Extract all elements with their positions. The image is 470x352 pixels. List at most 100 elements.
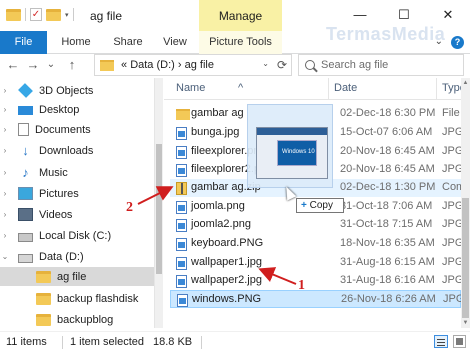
status-divider (201, 336, 202, 349)
column-name[interactable]: Name (176, 82, 205, 94)
folder-icon (36, 313, 51, 326)
expand-icon[interactable]: › (0, 231, 10, 240)
sidebar-item-label: ag file (57, 270, 87, 283)
preview-screen: Windows 10 (277, 140, 317, 166)
cube-icon (18, 83, 33, 98)
sidebar-item-data-drive[interactable]: ⌄ Data (D:) (0, 247, 154, 266)
address-bar[interactable]: « Data (D:) › ag file ⌄ ⟳ (94, 54, 292, 76)
folder-icon (36, 270, 51, 283)
sidebar-item-label: Documents (35, 123, 91, 136)
preview-thumbnail: Windows 10 (256, 127, 328, 179)
file-name: joomla2.png (191, 218, 251, 230)
properties-icon[interactable]: ✓ (30, 8, 42, 21)
expand-icon[interactable]: › (0, 86, 10, 95)
file-row[interactable]: wallpaper1.jpg 31-Aug-18 6:15 AM JPG Fi (170, 254, 461, 272)
file-name: gambar ag (191, 107, 244, 119)
address-dropdown-icon[interactable]: ⌄ (262, 59, 269, 68)
status-size: 18.8 KB (153, 336, 193, 348)
back-button[interactable]: ← (4, 54, 22, 76)
scrollbar-thumb[interactable] (462, 198, 469, 318)
scroll-up-icon[interactable]: ▲ (461, 80, 470, 86)
image-file-icon (176, 257, 187, 270)
sidebar-item-3d-objects[interactable]: › 3D Objects (0, 81, 154, 100)
large-icons-view-icon[interactable] (453, 335, 466, 348)
details-view-icon[interactable] (434, 335, 448, 348)
column-divider[interactable] (328, 78, 329, 100)
collapse-icon[interactable]: ⌄ (0, 252, 10, 261)
sidebar-item-downloads[interactable]: › ↓ Downloads (0, 141, 154, 160)
help-icon[interactable]: ? (451, 36, 464, 49)
file-row[interactable]: keyboard.PNG 18-Nov-18 6:35 AM JPG Fi (170, 235, 461, 253)
search-input[interactable]: Search ag file (321, 59, 388, 71)
file-type: Comp (442, 181, 461, 193)
file-type: File fo (442, 107, 461, 119)
refresh-icon[interactable]: ⟳ (277, 58, 287, 72)
tab-picture-tools[interactable]: Picture Tools (199, 31, 282, 54)
tab-share[interactable]: Share (108, 31, 148, 54)
expand-icon[interactable]: › (0, 105, 10, 114)
file-type: JPG Fi (442, 218, 461, 230)
folder-icon[interactable] (6, 8, 21, 21)
plus-icon: + (301, 200, 307, 211)
breadcrumb-current[interactable]: ag file (185, 59, 214, 71)
forward-button[interactable]: → (24, 54, 42, 76)
manage-tab[interactable]: Manage (199, 0, 282, 31)
sidebar-item-music[interactable]: › ♪ Music (0, 163, 154, 182)
breadcrumb-data-drive[interactable]: Data (D:) (130, 59, 175, 71)
copy-tooltip: + Copy (296, 198, 344, 213)
annotation-number-2: 2 (126, 200, 133, 215)
file-date: 31-Aug-18 6:15 AM (340, 256, 435, 268)
status-selected: 1 item selected (70, 336, 144, 348)
up-button[interactable]: ↑ (62, 54, 82, 76)
file-row[interactable]: wallpaper2.jpg 31-Aug-18 6:16 AM JPG Fi (170, 272, 461, 290)
folder-icon (176, 109, 190, 120)
customize-toolbar-icon[interactable]: ▾ (65, 11, 69, 19)
scroll-down-icon[interactable]: ▼ (461, 320, 470, 326)
column-divider[interactable] (436, 78, 437, 100)
sidebar-item-backup-flashdisk[interactable]: backup flashdisk (0, 289, 154, 308)
sort-caret-icon: ^ (238, 82, 244, 94)
preview-label: Windows 10 (282, 149, 315, 155)
document-icon (18, 123, 29, 136)
toolbar-divider (25, 8, 26, 21)
recent-locations-button[interactable]: ⌄ (44, 54, 58, 76)
watermark-text: TermasMedia (326, 24, 446, 44)
new-folder-icon[interactable] (46, 8, 61, 21)
column-date[interactable]: Date (334, 82, 357, 94)
sidebar-item-desktop[interactable]: › Desktop (0, 100, 154, 119)
scrollbar-thumb[interactable] (156, 144, 162, 274)
sidebar-item-local-disk[interactable]: › Local Disk (C:) (0, 226, 154, 245)
tab-view[interactable]: View (156, 31, 194, 54)
sidebar-item-ag-file[interactable]: ag file (0, 267, 154, 286)
navigation-scrollbar[interactable] (155, 78, 163, 328)
expand-icon[interactable]: › (0, 168, 10, 177)
sidebar-item-label: Pictures (39, 187, 79, 200)
expand-icon[interactable]: › (0, 125, 10, 134)
toolbar-divider (72, 8, 74, 21)
file-type: JPG Fi (442, 237, 461, 249)
expand-icon[interactable]: › (0, 146, 10, 155)
tab-home[interactable]: Home (56, 31, 96, 54)
file-name: wallpaper2.jpg (191, 274, 262, 286)
column-type[interactable]: Type (442, 82, 461, 94)
breadcrumb-separator[interactable]: › (178, 59, 182, 71)
file-row-selected[interactable]: windows.PNG 26-Nov-18 6:26 AM JPG Fi (170, 290, 461, 308)
breadcrumb-overflow[interactable]: « (121, 59, 127, 71)
expand-icon[interactable]: › (0, 210, 10, 219)
film-icon (18, 208, 33, 221)
file-date: 31-Aug-18 6:16 AM (340, 274, 435, 286)
file-date: 31-Oct-18 7:15 AM (340, 218, 433, 230)
tab-file[interactable]: File (0, 31, 47, 54)
sidebar-item-backupblog[interactable]: backupblog (0, 310, 154, 328)
expand-icon[interactable]: › (0, 189, 10, 198)
sidebar-item-label: 3D Objects (39, 84, 94, 97)
file-row[interactable]: joomla2.png 31-Oct-18 7:15 AM JPG Fi (170, 216, 461, 234)
file-name: bunga.jpg (191, 126, 240, 138)
image-file-icon (176, 146, 187, 159)
search-box[interactable]: Search ag file (298, 54, 464, 76)
file-list-scrollbar[interactable]: ▲ ▼ (461, 78, 470, 328)
address-row: ← → ⌄ ↑ « Data (D:) › ag file ⌄ ⟳ Search… (0, 54, 470, 76)
sidebar-item-documents[interactable]: › Documents (0, 120, 154, 139)
image-file-icon (176, 238, 187, 251)
drive-icon (18, 253, 33, 263)
